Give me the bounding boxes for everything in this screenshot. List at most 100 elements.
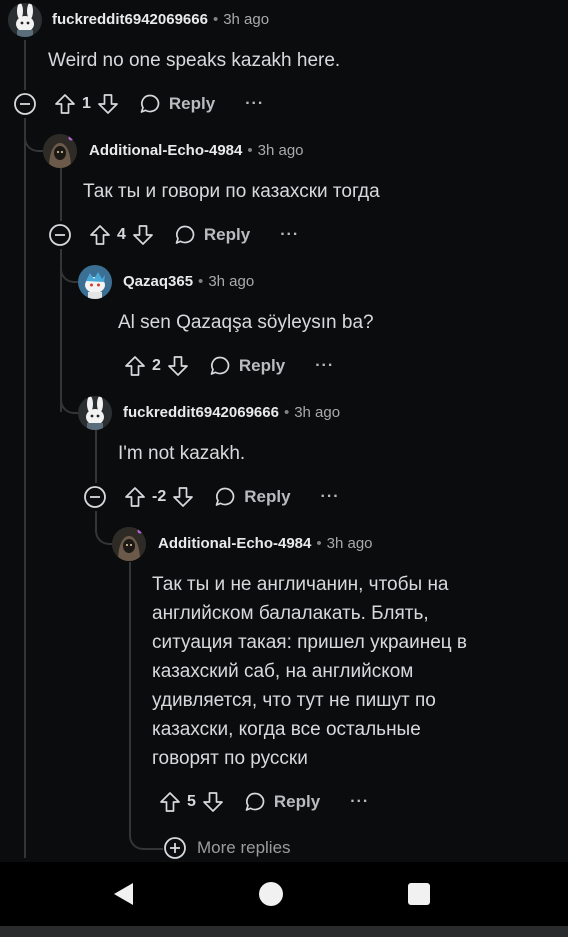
downvote-button[interactable] bbox=[202, 791, 224, 813]
downvote-icon bbox=[98, 94, 118, 114]
avatar[interactable] bbox=[78, 396, 112, 430]
hooded-avatar-icon bbox=[112, 527, 146, 561]
bottom-edge bbox=[0, 926, 568, 937]
thread-line-level-1[interactable] bbox=[60, 168, 62, 221]
nav-home-icon bbox=[259, 882, 283, 906]
vote-count: 4 bbox=[117, 226, 126, 243]
reply-button[interactable]: Reply bbox=[139, 93, 215, 115]
thread-line-level-0-long[interactable] bbox=[24, 118, 26, 858]
thread-line-level-2[interactable] bbox=[95, 430, 97, 483]
username[interactable]: Additional-Echo-4984 bbox=[158, 535, 311, 552]
collapse-button[interactable] bbox=[83, 485, 107, 514]
downvote-icon bbox=[168, 356, 188, 376]
comment-actions: 4 Reply ··· bbox=[89, 221, 299, 249]
username[interactable]: Additional-Echo-4984 bbox=[89, 142, 242, 159]
avatar[interactable] bbox=[43, 134, 77, 168]
collapse-button[interactable] bbox=[48, 223, 72, 252]
more-options-button[interactable]: ··· bbox=[245, 95, 264, 113]
upvote-button[interactable] bbox=[89, 224, 111, 246]
vote-count: 1 bbox=[82, 95, 91, 112]
nav-back-button[interactable] bbox=[111, 881, 137, 912]
plus-circle-icon bbox=[164, 837, 186, 859]
upvote-button[interactable] bbox=[124, 355, 146, 377]
vote-count: 2 bbox=[152, 357, 161, 374]
comment-meta: Additional-Echo-4984 • 3h ago bbox=[158, 534, 373, 554]
avatar[interactable] bbox=[8, 3, 42, 37]
comment-body-line: ситуация такая: пришел украинец в bbox=[152, 632, 468, 653]
separator-dot: • bbox=[212, 11, 219, 28]
upvote-icon bbox=[125, 356, 145, 376]
nav-recents-button[interactable] bbox=[407, 882, 431, 911]
reply-button[interactable]: Reply bbox=[214, 486, 291, 508]
reply-bubble-icon bbox=[215, 487, 235, 506]
comment-thread: fuckreddit6942069666 • 3h ago Weird no one… bbox=[0, 0, 568, 862]
more-replies-link[interactable]: More replies bbox=[163, 836, 291, 860]
comment-meta: fuckreddit6942069666 • 3h ago bbox=[52, 10, 269, 30]
separator-dot: • bbox=[247, 142, 253, 159]
comment-body: Weird no one speaks kazakh here. bbox=[48, 50, 341, 71]
more-options-button[interactable]: ··· bbox=[315, 357, 334, 375]
username[interactable]: fuckreddit6942069666 bbox=[52, 11, 208, 28]
reply-label: Reply bbox=[168, 94, 216, 113]
comment-actions: 2 Reply ··· bbox=[124, 352, 334, 380]
reply-label: Reply bbox=[244, 487, 291, 506]
comment-meta: Additional-Echo-4984 • 3h ago bbox=[89, 141, 304, 161]
comment-actions: 5 Reply ··· bbox=[159, 788, 369, 816]
comment-meta: Qazaq365 • 3h ago bbox=[123, 272, 254, 292]
downvote-button[interactable] bbox=[132, 224, 154, 246]
comment-actions: -2 Reply ··· bbox=[124, 483, 340, 511]
reply-button[interactable]: Reply bbox=[174, 224, 250, 246]
more-options-button[interactable]: ··· bbox=[280, 226, 299, 244]
comment-body-line: говорят по русски bbox=[152, 748, 308, 769]
bunny-avatar-icon bbox=[78, 396, 112, 430]
upvote-icon bbox=[160, 792, 180, 812]
downvote-button[interactable] bbox=[167, 355, 189, 377]
upvote-icon bbox=[55, 94, 75, 114]
reply-button[interactable]: Reply bbox=[209, 355, 285, 377]
comment-body-line: Так ты и не англичанин, чтобы на bbox=[152, 574, 449, 595]
comment-body-line: казахский саб, на английском bbox=[152, 661, 414, 682]
collapse-icon bbox=[14, 93, 36, 115]
thread-elbow-4 bbox=[95, 511, 113, 545]
reply-button[interactable]: Reply bbox=[244, 791, 320, 813]
thread-line-level-0[interactable] bbox=[24, 40, 26, 90]
downvote-icon bbox=[133, 225, 153, 245]
more-options-button[interactable]: ··· bbox=[321, 488, 340, 506]
upvote-button[interactable] bbox=[54, 93, 76, 115]
comment-meta: fuckreddit6942069666 • 3h ago bbox=[123, 403, 340, 423]
upvote-button[interactable] bbox=[124, 486, 146, 508]
downvote-button[interactable] bbox=[97, 93, 119, 115]
timestamp: 3h ago bbox=[257, 142, 304, 159]
nav-home-button[interactable] bbox=[258, 881, 284, 912]
reply-bubble-icon bbox=[175, 225, 195, 244]
nav-recents-icon bbox=[408, 883, 430, 905]
thread-elbow-1 bbox=[24, 118, 44, 152]
timestamp: 3h ago bbox=[223, 11, 270, 28]
collapse-icon bbox=[84, 486, 106, 508]
thread-elbow-2 bbox=[60, 249, 80, 283]
upvote-button[interactable] bbox=[159, 791, 181, 813]
comment-body: I'm not kazakh. bbox=[118, 443, 246, 464]
collapse-button[interactable] bbox=[13, 92, 37, 121]
upvote-icon bbox=[90, 225, 110, 245]
avatar[interactable] bbox=[112, 527, 146, 561]
thread-line-level-3[interactable] bbox=[129, 562, 131, 820]
comment-body-line: удивляется, что тут не пишут по bbox=[152, 690, 436, 711]
collapse-icon bbox=[49, 224, 71, 246]
more-replies-label: More replies bbox=[197, 838, 291, 857]
comment-body: Al sen Qazaqşa söyleysın ba? bbox=[118, 312, 374, 333]
reply-bubble-icon bbox=[245, 792, 265, 811]
reply-bubble-icon bbox=[210, 356, 230, 375]
comment-body: Так ты и говори по казахски тогда bbox=[83, 181, 380, 202]
comment-body-line: казахски, когда все остальные bbox=[152, 719, 421, 740]
username[interactable]: Qazaq365 bbox=[123, 273, 193, 290]
downvote-button[interactable] bbox=[172, 486, 194, 508]
timestamp: 3h ago bbox=[326, 535, 373, 552]
timestamp: 3h ago bbox=[294, 404, 341, 421]
username[interactable]: fuckreddit6942069666 bbox=[123, 404, 279, 421]
upvote-icon bbox=[125, 487, 145, 507]
avatar[interactable] bbox=[78, 265, 112, 299]
comment-actions: 1 Reply ··· bbox=[54, 90, 264, 118]
more-options-button[interactable]: ··· bbox=[350, 793, 369, 811]
thread-elbow-more-replies bbox=[129, 800, 163, 850]
